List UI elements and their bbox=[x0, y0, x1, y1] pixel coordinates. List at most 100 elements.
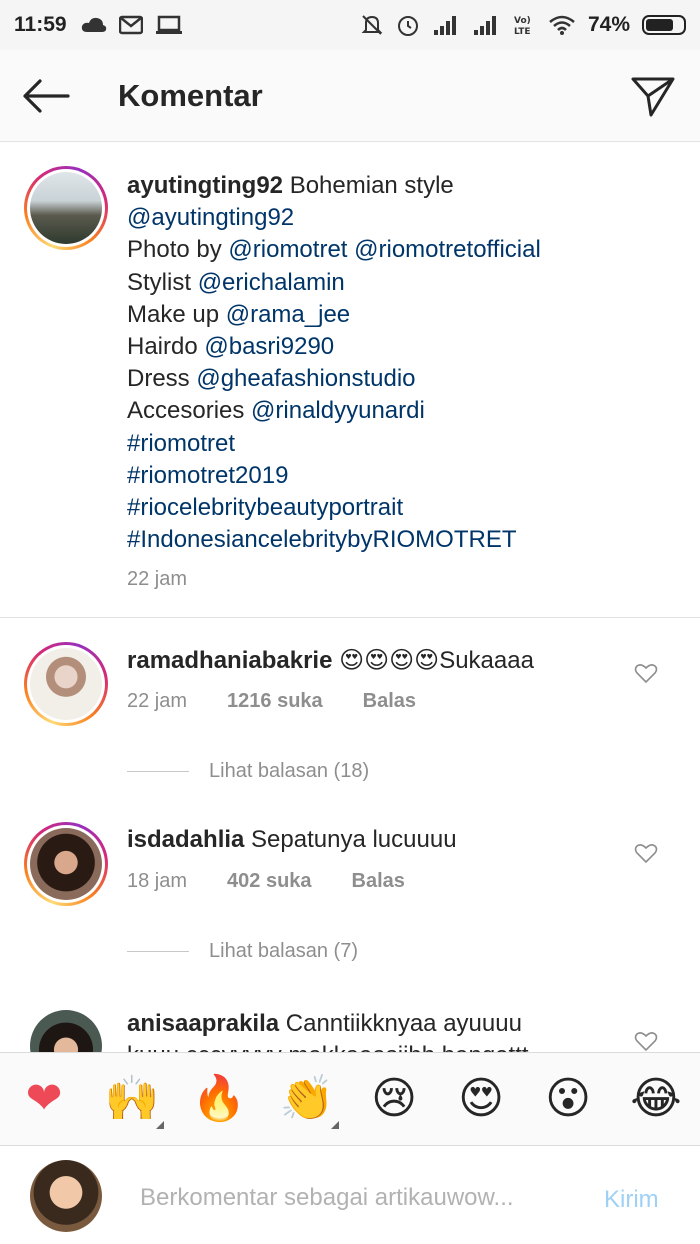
view-replies[interactable]: Lihat balasan (18) bbox=[127, 760, 369, 783]
caption-line: Stylist @erichalamin bbox=[127, 267, 687, 299]
heart-icon[interactable] bbox=[634, 1030, 658, 1052]
caption-label: Dress bbox=[127, 365, 197, 393]
svg-text:LTE: LTE bbox=[514, 27, 531, 37]
view-replies-label: Lihat balasan (18) bbox=[209, 760, 370, 782]
emoji-surprised[interactable]: 😮 bbox=[540, 1075, 596, 1123]
battery-percent: 74% bbox=[587, 13, 630, 36]
emoji-laughing[interactable]: 😂 bbox=[628, 1075, 684, 1123]
reply-button[interactable]: Balas bbox=[352, 870, 405, 893]
mention-link[interactable]: @riomotret bbox=[228, 236, 347, 263]
volte-icon: Vo)LTE bbox=[514, 16, 531, 37]
caption-label: Hairdo bbox=[127, 333, 205, 361]
caption-line: Hairdo @basri9290 bbox=[127, 331, 687, 363]
view-replies-label: Lihat balasan (7) bbox=[209, 940, 358, 962]
reply-button[interactable]: Balas bbox=[363, 690, 416, 713]
wifi-icon bbox=[549, 15, 575, 35]
comment-time: 18 jam bbox=[127, 870, 188, 892]
caption-plain-text: Bohemian style bbox=[289, 172, 454, 199]
avatar-photo bbox=[30, 828, 102, 900]
mention-link[interactable]: @gheafashionstudio bbox=[196, 365, 415, 392]
emoji-quick-bar: ❤ 🙌 🔥 👏 😢 😍 😮 😂 bbox=[0, 1052, 700, 1146]
current-user-avatar bbox=[30, 1160, 102, 1232]
status-notification-icons bbox=[81, 15, 183, 35]
caption-label: Stylist bbox=[127, 268, 198, 296]
caption-line: Make up @rama_jee bbox=[127, 299, 687, 331]
avatar-photo bbox=[30, 172, 102, 244]
avatar-photo bbox=[30, 648, 102, 720]
heart-icon[interactable] bbox=[634, 662, 658, 684]
bell-off-icon bbox=[361, 15, 383, 35]
caption-label: Photo by bbox=[127, 236, 229, 264]
status-bar: 11:59 Vo) LTE 74% bbox=[0, 0, 700, 50]
avatar[interactable] bbox=[30, 1010, 102, 1052]
signal-icon-2 bbox=[473, 16, 496, 35]
hashtag-link[interactable]: #riocelebritybeautyportrait bbox=[127, 494, 403, 521]
avatar[interactable] bbox=[24, 822, 108, 906]
caption-text: ayutingting92 Bohemian style @ayutingting… bbox=[127, 170, 687, 556]
caption-line: #IndonesiancelebritybyRIOMOTRET bbox=[127, 524, 687, 556]
emoji-crying[interactable]: 😢 bbox=[366, 1075, 422, 1123]
comment-username[interactable]: ramadhaniabakrie bbox=[127, 647, 332, 674]
caption-label: Accesories bbox=[127, 397, 252, 425]
cloud-icon bbox=[81, 17, 106, 32]
comment-username[interactable]: isdadahlia bbox=[127, 826, 244, 853]
send-button[interactable]: Kirim bbox=[604, 1186, 659, 1214]
mention-link[interactable]: @basri9290 bbox=[204, 333, 334, 360]
comment-text: 😍😍😍😍Sukaaaa bbox=[339, 647, 534, 674]
caption-line: Dress @gheafashionstudio bbox=[127, 363, 687, 395]
caption-line: @ayutingting92 bbox=[127, 202, 687, 234]
mention-link[interactable]: @rinaldyyunardi bbox=[251, 397, 425, 424]
post-caption: ayutingting92 Bohemian style @ayutingting… bbox=[0, 142, 700, 618]
arrow-left-icon[interactable] bbox=[22, 78, 70, 114]
comment-likes[interactable]: 1216 suka bbox=[227, 690, 323, 713]
mention-link[interactable]: @erichalamin bbox=[198, 269, 345, 296]
paper-plane-icon[interactable] bbox=[630, 74, 676, 118]
caption-line: Photo by @riomotret @riomotretofficial bbox=[127, 234, 687, 266]
header: Komentar bbox=[0, 50, 700, 142]
mail-icon bbox=[118, 15, 143, 35]
emoji-raised-hands[interactable]: 🙌 bbox=[104, 1075, 164, 1129]
mention-link[interactable]: @riomotretofficial bbox=[354, 236, 541, 263]
emoji-clapping[interactable]: 👏 bbox=[279, 1075, 339, 1129]
hashtag-link[interactable]: #IndonesiancelebritybyRIOMOTRET bbox=[127, 526, 516, 553]
caption-line: #riomotret bbox=[127, 428, 687, 460]
hashtag-link[interactable]: #riomotret bbox=[127, 430, 235, 457]
comment-input-bar: Berkomentar sebagai artikauwow... Kirim bbox=[0, 1146, 700, 1244]
caption-line: ayutingting92 Bohemian style bbox=[127, 170, 687, 202]
caption-username[interactable]: ayutingting92 bbox=[127, 172, 283, 199]
avatar[interactable] bbox=[24, 166, 108, 250]
emoji-heart[interactable]: ❤ bbox=[16, 1075, 72, 1123]
comment-meta: 22 jam 1216 suka Balas bbox=[127, 690, 416, 713]
comment-input[interactable]: Berkomentar sebagai artikauwow... bbox=[140, 1184, 514, 1212]
alarm-icon bbox=[397, 16, 418, 36]
caption-line: #riocelebritybeautyportrait bbox=[127, 492, 687, 524]
divider bbox=[127, 771, 189, 772]
view-replies[interactable]: Lihat balasan (7) bbox=[127, 940, 358, 963]
caption-time: 22 jam bbox=[127, 568, 188, 590]
hashtag-link[interactable]: #riomotret2019 bbox=[127, 462, 288, 489]
comment-item: anisaaprakila Canntiikknyaa ayuuuu kuuu … bbox=[0, 1008, 700, 1052]
svg-text:Vo): Vo) bbox=[514, 16, 531, 26]
emoji-fire[interactable]: 🔥 bbox=[191, 1075, 247, 1123]
comment-time: 22 jam bbox=[127, 690, 188, 712]
divider bbox=[127, 951, 189, 952]
signal-icon bbox=[433, 16, 456, 35]
heart-icon[interactable] bbox=[634, 842, 658, 864]
mention-link[interactable]: @ayutingting92 bbox=[127, 204, 294, 231]
comment-username[interactable]: anisaaprakila bbox=[127, 1010, 279, 1037]
caption-line: Accesories @rinaldyyunardi bbox=[127, 395, 687, 427]
page-title: Komentar bbox=[118, 77, 263, 113]
mention-link[interactable]: @rama_jee bbox=[226, 301, 350, 328]
emoji-heart-eyes[interactable]: 😍 bbox=[453, 1075, 509, 1123]
avatar-photo bbox=[30, 1010, 102, 1052]
status-time: 11:59 bbox=[14, 13, 67, 36]
comment-text-line2: kuuu cccvvvvv makkaaasiihh bangettt bbox=[127, 1042, 529, 1052]
comment-likes[interactable]: 402 suka bbox=[227, 870, 312, 893]
caption-label: Make up bbox=[127, 300, 226, 328]
avatar[interactable] bbox=[24, 642, 108, 726]
caption-line: #riomotret2019 bbox=[127, 460, 687, 492]
comment-text: Sepatunya lucuuuu bbox=[251, 826, 457, 853]
comment-text: Canntiikknyaa ayuuuu bbox=[285, 1010, 522, 1037]
battery-icon bbox=[642, 15, 686, 35]
laptop-icon bbox=[155, 15, 182, 34]
